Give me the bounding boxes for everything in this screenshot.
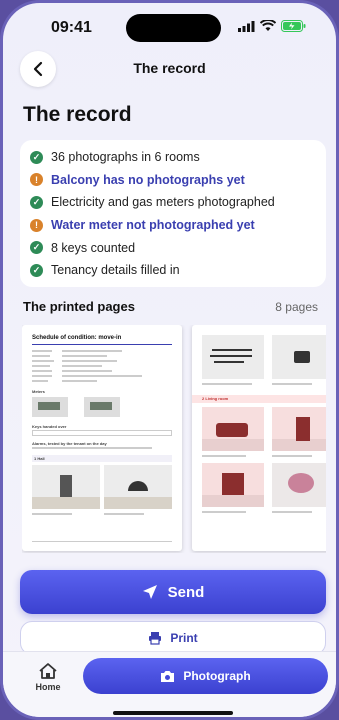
checklist-item: ✓ Tenancy details filled in: [30, 259, 316, 282]
checklist-item-text: Water meter not photographed yet: [51, 218, 255, 233]
checklist-item[interactable]: ! Balcony has no photographs yet: [30, 169, 316, 192]
checklist-item: ✓ 8 keys counted: [30, 236, 316, 259]
print-button-label: Print: [170, 631, 198, 645]
printed-pages-heading: The printed pages: [23, 299, 135, 314]
page-title: The record: [23, 103, 132, 126]
checklist-item: ✓ Electricity and gas meters photographed: [30, 191, 316, 214]
send-button[interactable]: Send: [20, 570, 326, 614]
photograph-button[interactable]: Photograph: [83, 658, 328, 694]
send-icon: [142, 585, 157, 599]
checklist-item-text: Tenancy details filled in: [51, 263, 180, 278]
check-icon: ✓: [30, 241, 43, 255]
page-preview-room: 2 Living room: [202, 396, 229, 401]
camera-icon: [161, 670, 175, 682]
print-button[interactable]: Print: [20, 621, 326, 655]
check-icon: ✓: [30, 195, 43, 209]
check-icon: ✓: [30, 263, 43, 277]
printed-pages-carousel[interactable]: Schedule of condition: move-in Meters Ke…: [22, 325, 326, 553]
status-bar: 09:41: [3, 3, 336, 49]
checklist-item-text: Balcony has no photographs yet: [51, 172, 245, 187]
printed-pages-count: 8 pages: [275, 300, 318, 314]
navigation-bar: The record: [3, 51, 336, 87]
home-indicator: [113, 711, 233, 715]
battery-icon: [281, 20, 306, 32]
checklist-item[interactable]: ! Water meter not photographed yet: [30, 214, 316, 237]
photograph-button-label: Photograph: [183, 669, 251, 683]
record-checklist: ✓ 36 photographs in 6 rooms ! Balcony has …: [20, 140, 326, 287]
home-icon: [39, 663, 57, 679]
checklist-item-text: 36 photographs in 6 rooms: [51, 150, 200, 165]
status-icons: [238, 20, 306, 32]
page-preview-2[interactable]: 2 Living room: [192, 325, 326, 551]
page-preview-room: 1 Hall: [34, 456, 45, 461]
warning-icon: !: [30, 218, 43, 232]
page-preview-alarms: Alarms, tested by the tenant on the day: [32, 441, 107, 446]
check-icon: ✓: [30, 150, 43, 164]
status-time: 09:41: [51, 19, 92, 36]
tab-home-label: Home: [35, 682, 61, 692]
page-preview-title: Schedule of condition: move-in: [32, 335, 122, 341]
phone-screen: 09:41 The record The record ✓ 36 photogra…: [0, 0, 339, 720]
checklist-item: ✓ 36 photographs in 6 rooms: [30, 146, 316, 169]
wifi-icon: [260, 20, 276, 31]
nav-title: The record: [133, 60, 206, 76]
page-preview-1[interactable]: Schedule of condition: move-in Meters Ke…: [22, 325, 182, 551]
tab-bar: Home Photograph: [3, 651, 336, 717]
warning-icon: !: [30, 173, 43, 187]
signal-icon: [238, 20, 255, 32]
page-preview-meters: Meters: [32, 389, 45, 394]
printer-icon: [149, 632, 162, 645]
page-preview-keys: Keys handed over: [32, 424, 67, 429]
checklist-item-text: Electricity and gas meters photographed: [51, 195, 275, 210]
tab-home[interactable]: Home: [31, 662, 65, 692]
checklist-item-text: 8 keys counted: [51, 240, 136, 255]
dynamic-island: [126, 14, 221, 42]
send-button-label: Send: [167, 583, 205, 601]
